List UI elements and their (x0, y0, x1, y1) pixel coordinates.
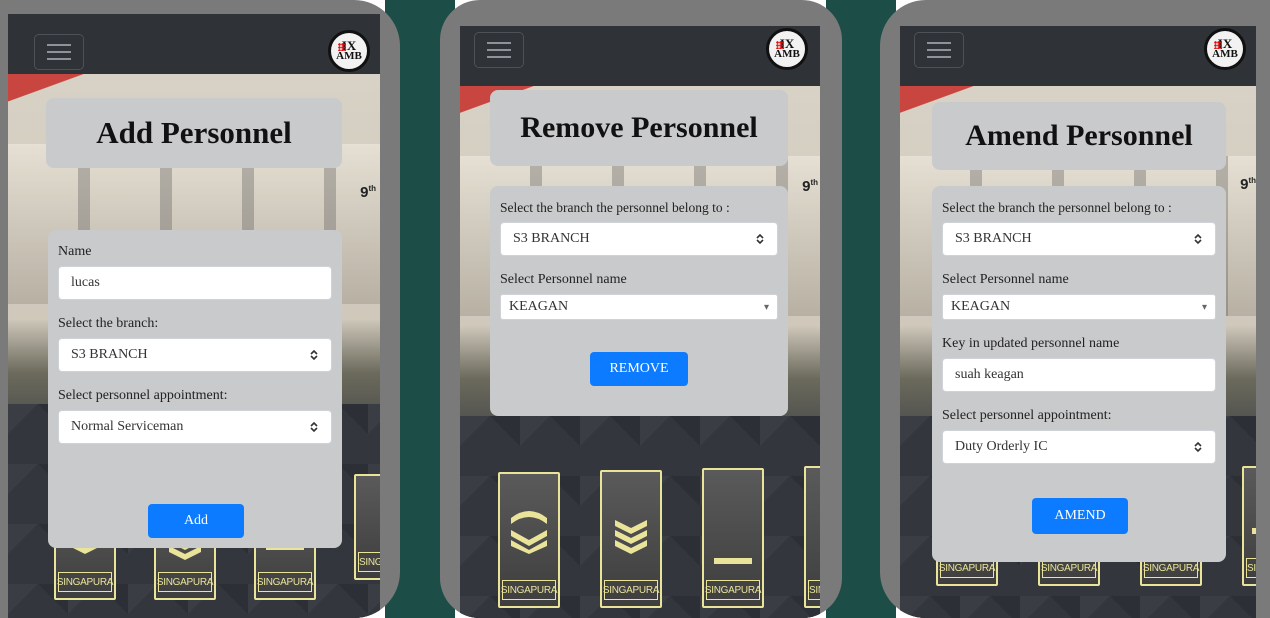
bar-icon (1252, 528, 1256, 534)
appointment-select-value: Duty Orderly IC (955, 439, 1048, 454)
menu-line-icon (487, 42, 511, 44)
appointment-label: Select personnel appointment: (942, 408, 1112, 423)
appointment-select-value: Normal Serviceman (71, 419, 184, 434)
phone-add-personnel: 9th IX AMB SINGAPURA SINGAPURA SINGAPURA… (0, 0, 400, 618)
unit-logo[interactable]: IX AMB (766, 28, 808, 70)
rank-label: SINGAPURA (705, 580, 761, 600)
branch-select-value: S3 BRANCH (955, 231, 1032, 246)
name-label: Name (58, 244, 92, 259)
chevron-icon (615, 520, 647, 554)
ninth-badge: 9th (360, 184, 376, 201)
branch-select[interactable]: S3 BRANCH (500, 222, 778, 256)
add-button[interactable]: Add (148, 504, 244, 538)
menu-line-icon (487, 49, 511, 51)
updated-name-label: Key in updated personnel name (942, 336, 1120, 351)
amend-button[interactable]: AMEND (1032, 498, 1128, 534)
rank-insignia: SINGAPURA (702, 468, 764, 608)
updown-arrows-icon (309, 349, 319, 361)
rank-label: SINGAPURA (358, 552, 380, 572)
branch-select[interactable]: S3 BRANCH (942, 222, 1216, 256)
remove-personnel-form: Select the branch the personnel belong t… (490, 186, 788, 416)
rank-label: SINGAPURA (808, 580, 820, 600)
phone-remove-personnel: 9th IX AMB SINGAPURA SINGAPURA SINGAPURA… (440, 0, 842, 618)
rank-label: SINGAPURA (1246, 558, 1256, 578)
rank-label: SINGAPURA (57, 572, 113, 592)
personnel-select-value: KEAGAN (509, 299, 569, 314)
menu-line-icon (927, 42, 951, 44)
menu-line-icon (927, 49, 951, 51)
screen: 9th IX AMB SINGAPURA SINGAPURA SINGAPURA… (8, 14, 380, 618)
rank-label: SINGAPURA (603, 580, 659, 600)
personnel-select-value: KEAGAN (951, 299, 1011, 314)
rank-insignia: SINGAPURA (804, 466, 820, 608)
hamburger-menu-button[interactable] (34, 34, 84, 70)
page-title: Amend Personnel (932, 102, 1226, 170)
rank-insignia: SINGAPURA (600, 470, 662, 608)
unit-logo[interactable]: IX AMB (328, 30, 370, 72)
menu-line-icon (487, 56, 511, 58)
personnel-select[interactable]: KEAGAN ▾ (500, 294, 778, 320)
navbar: IX AMB (460, 26, 820, 86)
updated-name-value: suah keagan (955, 367, 1024, 382)
rank-insignia: SINGAPURA (1242, 466, 1256, 586)
rank-label: SINGAPURA (501, 580, 557, 600)
amend-personnel-form: Select the branch the personnel belong t… (932, 186, 1226, 562)
name-input-value: lucas (71, 275, 100, 290)
page-title: Remove Personnel (490, 90, 788, 166)
logo-text-bottom: AMB (774, 47, 800, 60)
rank-insignia: SINGAPURA (498, 472, 560, 608)
updown-arrows-icon (1193, 441, 1203, 453)
bar-icon (714, 558, 752, 564)
screen: 9th IX AMB SINGAPURA SINGAPURA SINGAPURA… (460, 26, 820, 618)
personnel-label: Select Personnel name (942, 272, 1069, 287)
menu-line-icon (47, 58, 71, 60)
branch-label: Select the branch the personnel belong t… (942, 200, 1172, 215)
appointment-label: Select personnel appointment: (58, 388, 228, 403)
personnel-label: Select Personnel name (500, 272, 627, 287)
ninth-badge: 9th (1240, 176, 1256, 193)
menu-line-icon (47, 44, 71, 46)
branch-select-value: S3 BRANCH (71, 347, 148, 362)
logo-dots-icon (776, 41, 784, 49)
logo-dots-icon (1214, 41, 1222, 49)
appointment-select[interactable]: Normal Serviceman (58, 410, 332, 444)
page-title: Add Personnel (46, 98, 342, 168)
rank-label: SINGAPURA (157, 572, 213, 592)
updated-name-input[interactable]: suah keagan (942, 358, 1216, 392)
menu-line-icon (927, 56, 951, 58)
branch-select[interactable]: S3 BRANCH (58, 338, 332, 372)
chevron-icon (511, 511, 547, 554)
hamburger-menu-button[interactable] (474, 32, 524, 68)
branch-label: Select the branch the personnel belong t… (500, 200, 730, 215)
phone-amend-personnel: 9th IX AMB SINGAPURA SINGAPURA SINGAPURA… (880, 0, 1270, 618)
screen: 9th IX AMB SINGAPURA SINGAPURA SINGAPURA… (900, 26, 1256, 618)
logo-text-bottom: AMB (336, 49, 362, 62)
updown-arrows-icon (1193, 233, 1203, 245)
navbar: IX AMB (900, 26, 1256, 86)
logo-text-bottom: AMB (1212, 47, 1238, 60)
menu-line-icon (47, 51, 71, 53)
hamburger-menu-button[interactable] (914, 32, 964, 68)
personnel-select[interactable]: KEAGAN ▾ (942, 294, 1216, 320)
caret-down-icon: ▾ (1201, 301, 1207, 313)
branch-select-value: S3 BRANCH (513, 231, 590, 246)
unit-logo[interactable]: IX AMB (1204, 28, 1246, 70)
navbar: IX AMB (8, 14, 380, 74)
updown-arrows-icon (755, 233, 765, 245)
updown-arrows-icon (309, 421, 319, 433)
logo-dots-icon (338, 43, 346, 51)
caret-down-icon: ▾ (763, 301, 769, 313)
add-personnel-form: Name lucas Select the branch: S3 BRANCH … (48, 230, 342, 548)
ninth-badge: 9th (802, 178, 818, 195)
branch-label: Select the branch: (58, 316, 159, 331)
appointment-select[interactable]: Duty Orderly IC (942, 430, 1216, 464)
rank-insignia: SINGAPURA (354, 474, 380, 580)
remove-button[interactable]: REMOVE (590, 352, 688, 386)
rank-label: SINGAPURA (257, 572, 313, 592)
name-input[interactable]: lucas (58, 266, 332, 300)
